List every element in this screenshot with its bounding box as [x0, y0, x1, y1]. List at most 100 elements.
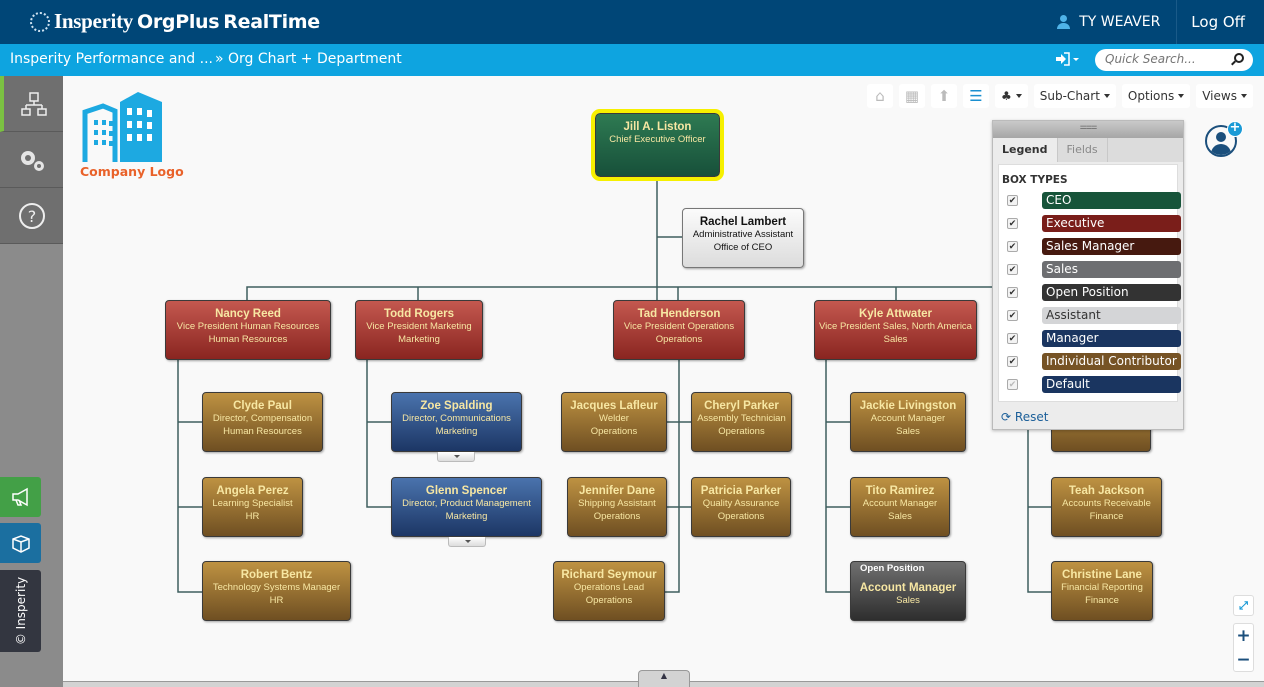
org-box-employee[interactable]: Patricia Parker Quality Assurance Operatio… [691, 477, 791, 537]
expand-reports-button[interactable] [448, 537, 486, 547]
legend-item: ✔ Sales Manager [1007, 238, 1181, 256]
home-icon: ⌂ [875, 87, 885, 105]
legend-checkbox[interactable]: ✔ [1007, 333, 1018, 344]
person-name: Clyde Paul [233, 400, 292, 412]
person-dept: Marketing [445, 511, 488, 522]
user-menu[interactable]: TY WEAVER [1041, 0, 1178, 44]
zoom-in-button[interactable]: + [1234, 624, 1253, 648]
export-icon [1056, 52, 1079, 66]
views-menu[interactable]: Views [1196, 84, 1253, 108]
quick-search [1095, 49, 1253, 71]
legend-item: ✔ Sales [1007, 261, 1181, 279]
log-off-link[interactable]: Log Off [1177, 13, 1264, 31]
legend-drag-handle[interactable]: :::::::::::::::: [993, 121, 1183, 138]
legend-swatch: Assistant [1042, 307, 1181, 324]
options-menu[interactable]: Options [1121, 84, 1191, 108]
org-box-employee[interactable]: Christine Lane Financial Reporting Finance [1051, 561, 1153, 621]
expand-icon: ⤢ [1239, 599, 1248, 612]
app-brand: Insperity OrgPlus RealTime [30, 9, 320, 34]
org-box-employee[interactable]: Clyde Paul Director, Compensation Human Re… [202, 392, 323, 452]
org-box-employee[interactable]: Teah Jackson Accounts Receivable Finance [1051, 477, 1162, 537]
org-box-employee[interactable]: Angela Perez Learning Specialist HR [202, 477, 303, 537]
person-name: Nancy Reed [215, 308, 281, 320]
user-icon [1057, 15, 1071, 29]
org-layout-button[interactable]: ♣ [995, 84, 1028, 108]
search-icon[interactable] [1234, 53, 1244, 63]
org-box-vp[interactable]: Tad Henderson Vice President Operations Op… [613, 300, 745, 360]
person-dept: Operations [585, 595, 633, 606]
expand-reports-button[interactable] [437, 452, 475, 462]
plus-icon[interactable]: + [1227, 121, 1243, 137]
legend-checkbox[interactable]: ✔ [1007, 310, 1018, 321]
sidebar-item-settings[interactable] [0, 132, 63, 188]
sub-chart-menu[interactable]: Sub-Chart [1033, 84, 1116, 108]
bottom-panel-toggle[interactable]: ▲ [638, 670, 690, 687]
top-bar: Insperity OrgPlus RealTime TY WEAVER Log… [0, 0, 1264, 44]
org-box-employee[interactable]: Richard Seymour Operations Lead Operations [553, 561, 665, 621]
tab-legend[interactable]: Legend [993, 138, 1058, 162]
org-box-manager[interactable]: Zoe Spalding Director, Communications Mark… [391, 392, 522, 452]
zoom-controls: + − [1233, 623, 1254, 672]
org-box-ceo[interactable]: Jill A. Liston Chief Executive Officer [591, 109, 724, 181]
org-box-employee[interactable]: Jackie Livingston Account Manager Sales [850, 392, 966, 452]
person-body [1211, 144, 1231, 155]
reset-button[interactable]: ⟳ Reset [1001, 410, 1048, 424]
chevron-up-icon: ▲ [660, 671, 668, 680]
person-title: Assembly Technician [697, 413, 786, 424]
home-button[interactable]: ⌂ [867, 84, 893, 108]
legend-swatch: Open Position [1042, 284, 1181, 301]
buildings-icon [82, 92, 162, 162]
org-box-employee[interactable]: Cheryl Parker Assembly Technician Operatio… [691, 392, 792, 452]
legend-checkbox[interactable]: ✔ [1007, 241, 1018, 252]
person-title: Account Manager [862, 498, 938, 509]
brand-realtime: RealTime [223, 10, 320, 33]
legend-checkbox[interactable]: ✔ [1007, 195, 1018, 206]
legend-item: ✔ CEO [1007, 192, 1181, 210]
person-title: Sales [896, 595, 920, 606]
layout-icon: ▦ [904, 87, 920, 105]
org-box-employee[interactable]: Tito Ramirez Account Manager Sales [850, 477, 950, 537]
breadcrumb-item-workspace[interactable]: Insperity Performance and ... [10, 51, 213, 67]
legend-checkbox[interactable]: ✔ [1007, 356, 1018, 367]
sidebar-item-help[interactable]: ? [0, 188, 63, 244]
user-name: TY WEAVER [1079, 14, 1161, 30]
sidebar-item-org-chart[interactable] [0, 76, 63, 132]
person-title: Vice President Human Resources [176, 321, 320, 332]
org-layout-icon: ♣ [1001, 89, 1012, 103]
org-box-vp[interactable]: Kyle Attwater Vice President Sales, North… [814, 300, 977, 360]
legend-checkbox[interactable]: ✔ [1007, 264, 1018, 275]
org-box-assistant[interactable]: Rachel Lambert Administrative Assistant Of… [682, 208, 804, 268]
person-name: Rachel Lambert [699, 216, 787, 228]
org-box-vp[interactable]: Todd Rogers Vice President Marketing Marke… [355, 300, 483, 360]
person-dept: Operations [593, 511, 641, 522]
person-name: Cheryl Parker [704, 400, 779, 412]
fit-to-screen-button[interactable]: ⤢ [1233, 595, 1254, 616]
chevron-down-icon [1103, 94, 1110, 98]
legend-swatch: Manager [1042, 330, 1181, 347]
whats-new-button[interactable] [0, 523, 41, 563]
person-name: Richard Seymour [561, 569, 657, 581]
legend-swatch: Executive [1042, 215, 1181, 232]
legend-checkbox[interactable]: ✔ [1007, 287, 1018, 298]
up-level-button[interactable]: ⬆ [931, 84, 957, 108]
org-box-employee[interactable]: Jacques Lafleur Welder Operations [561, 392, 667, 452]
org-box-open-position[interactable]: Open Position Account Manager Sales [850, 561, 966, 621]
person-title: Chief Executive Officer [609, 134, 706, 145]
quick-search-input[interactable] [1105, 52, 1225, 66]
person-title: Vice President Sales, North America [819, 321, 972, 332]
announcements-button[interactable] [0, 477, 41, 517]
org-box-employee[interactable]: Robert Bentz Technology Systems Manager HR [202, 561, 351, 621]
person-name: Todd Rogers [383, 308, 455, 320]
zoom-out-button[interactable]: − [1234, 648, 1253, 672]
person-dept: Operations [717, 511, 765, 522]
help-icon: ? [18, 202, 45, 229]
export-button[interactable] [1054, 51, 1082, 69]
layout-button[interactable]: ▦ [899, 84, 925, 108]
copyright-tab: © Insperity [0, 570, 41, 652]
org-box-employee[interactable]: Jennifer Dane Shipping Assistant Operation… [567, 477, 667, 537]
legend-checkbox[interactable]: ✔ [1007, 218, 1018, 229]
org-box-vp[interactable]: Nancy Reed Vice President Human Resources… [165, 300, 331, 360]
org-box-manager[interactable]: Glenn Spencer Director, Product Managemen… [391, 477, 542, 537]
list-view-button[interactable]: ☰ [963, 84, 989, 108]
tab-fields[interactable]: Fields [1058, 138, 1108, 162]
